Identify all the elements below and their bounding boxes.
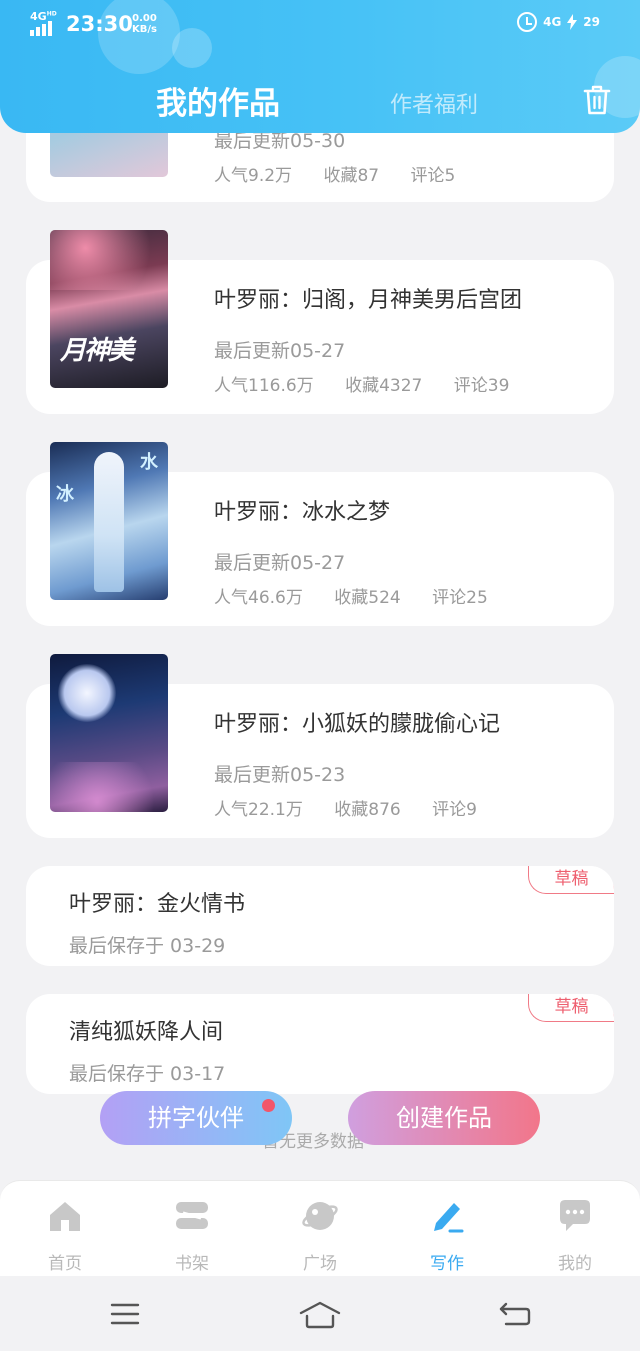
favorites-count: 收藏524 [334,588,401,608]
draft-card[interactable]: 草稿 清纯狐妖降人间 最后保存于 03-17 [26,994,614,1094]
home-icon [50,1202,80,1231]
work-stats: 人气116.6万 收藏4327 评论39 [214,371,535,396]
comments-count: 评论39 [453,376,510,396]
popularity-count: 人气9.2万 [214,166,293,186]
back-icon[interactable] [498,1301,532,1327]
comments-count: 评论5 [410,166,456,186]
square-icon [302,1202,338,1230]
bookshelf-icon [176,1202,208,1229]
draft-last-saved: 最后保存于 03-17 [69,1063,226,1085]
work-stats: 人气22.1万 收藏876 评论9 [214,795,503,820]
book-cover: 月神美 [50,230,168,388]
work-last-updated: 最后更新05-27 [214,340,346,362]
nav-label: 广场 [303,1254,337,1274]
notification-dot [262,1099,275,1112]
work-card[interactable]: 叶罗丽：小狐妖的朦胧偷心记 最后更新05-23 人气22.1万 收藏876 评论… [26,654,614,838]
book-cover: 冰 水 [50,442,168,600]
nav-label: 首页 [48,1254,82,1274]
tab-my-works[interactable]: 我的作品 [156,78,280,123]
work-last-updated: 最后更新05-27 [214,552,346,574]
favorites-count: 收藏876 [334,800,401,820]
draft-title: 清纯狐妖降人间 [69,1020,224,1045]
chat-bubble-icon [560,1200,590,1231]
charging-icon [567,14,578,30]
tab-author-benefits[interactable]: 作者福利 [390,87,478,119]
popularity-count: 人气46.6万 [214,588,303,608]
nav-label: 我的 [558,1254,592,1274]
work-title: 叶罗丽：小狐妖的朦胧偷心记 [214,712,501,737]
work-title: 叶罗丽：归阁，月神美男后宫团 [214,288,523,313]
top-header: 4GHD 23:30 0.00 KB/s 4G 29 我的作品 作者福利 [0,0,640,133]
work-title: 叶罗丽：冰水之梦 [214,500,391,525]
work-stats: 人气9.2万 收藏87 评论5 [214,161,481,186]
bottom-nav: 首页 书架 广场 写作 我的 [0,1180,640,1276]
menu-icon[interactable] [110,1302,140,1326]
work-card[interactable]: 冰 水 叶罗丽：冰水之梦 最后更新05-27 人气46.6万 收藏524 评论2… [26,442,614,626]
draft-title: 叶罗丽：金火情书 [69,892,246,917]
status-icons: 4G 29 [517,12,600,32]
word-partner-button[interactable]: 拼字伙伴 [100,1091,292,1145]
create-work-button[interactable]: 创建作品 [348,1091,540,1145]
draft-badge: 草稿 [528,866,614,894]
draft-badge: 草稿 [528,994,614,1022]
work-last-updated: 最后更新05-23 [214,764,346,786]
draft-last-saved: 最后保存于 03-29 [69,935,226,957]
home-nav-icon[interactable] [298,1300,342,1330]
nav-label: 书架 [175,1254,209,1274]
comments-count: 评论25 [432,588,488,608]
clock: 23:30 [66,12,133,36]
nav-item-write[interactable]: 写作 [402,1197,492,1274]
mobile-data-indicator: 4G [543,15,562,29]
work-stats: 人气46.6万 收藏524 评论25 [214,583,514,608]
work-card[interactable]: 月神美 叶罗丽：归阁，月神美男后宫团 最后更新05-27 人气116.6万 收藏… [26,230,614,414]
book-cover [50,654,168,812]
comments-count: 评论9 [432,800,477,820]
popularity-count: 人气116.6万 [214,376,314,396]
nav-item-bookshelf[interactable]: 书架 [147,1197,237,1274]
signal-icon: 4GHD [30,10,57,36]
nav-label: 写作 [430,1254,464,1274]
nav-item-home[interactable]: 首页 [20,1197,110,1274]
favorites-count: 收藏87 [323,166,380,186]
favorites-count: 收藏4327 [345,376,423,396]
nav-item-mine[interactable]: 我的 [530,1197,620,1274]
popularity-count: 人气22.1万 [214,800,303,820]
status-bar: 4GHD 23:30 0.00 KB/s 4G 29 [0,0,640,50]
draft-card[interactable]: 草稿 叶罗丽：金火情书 最后保存于 03-29 [26,866,614,966]
pen-icon [434,1203,464,1233]
trash-icon[interactable] [582,84,612,116]
network-speed: 0.00 KB/s [132,13,157,35]
nav-item-square[interactable]: 广场 [275,1197,365,1274]
system-nav-bar [0,1276,640,1351]
alarm-icon [517,12,538,32]
battery-level: 29 [583,15,600,29]
